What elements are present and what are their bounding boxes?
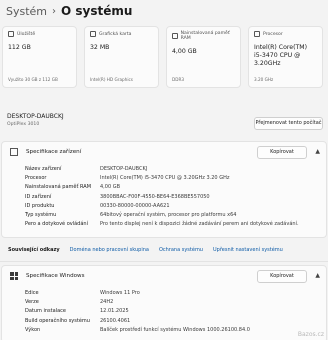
device-header: DESKTOP-DAUBCKJ OptiPlex 3010 Přejmenova… — [1, 109, 327, 137]
spec-row: Typ systému 64bitový operační systém, pro… — [25, 210, 326, 219]
spec-row: Verze 24H2 — [25, 297, 326, 306]
spec-row: Pero a dotykové ovládání Pro tento disple… — [25, 220, 326, 229]
spec-row: Název zařízení DESKTOP-DAUBCKJ — [25, 164, 326, 173]
spec-key: Build operačního systému — [25, 317, 90, 324]
spec-value: 4,00 GB — [100, 184, 121, 191]
spec-value: DESKTOP-DAUBCKJ — [100, 165, 148, 172]
card-value: 112 GB — [8, 44, 31, 51]
device-specs-rows: Název zařízení DESKTOP-DAUBCKJ Procesor In… — [2, 162, 326, 229]
spec-row: Výkon Balíček prostředí funkcí systému Wi… — [25, 325, 326, 334]
cpu-icon — [254, 31, 260, 37]
windows-logo-icon — [10, 272, 18, 280]
spec-key: Výkon — [25, 326, 41, 333]
windows-specs-rows: Edice Windows 11 Pro Verze 24H2 Datum inst… — [2, 286, 326, 334]
device-specs-panel: Specifikace zařízení Kopírovat ▲ Název z… — [1, 141, 327, 238]
breadcrumb-parent[interactable]: Systém — [6, 5, 47, 18]
card-subtext: Využito 30 GB z 112 GB — [8, 77, 58, 82]
spec-value: 24H2 — [100, 298, 114, 305]
spec-row: Edice Windows 11 Pro — [25, 288, 326, 297]
card-value-line: 3.20GHz — [254, 60, 281, 67]
card-subtext: Intel(R) HD Graphics — [90, 77, 133, 82]
card-label: Úložiště — [17, 31, 36, 37]
spec-value: Windows 11 Pro — [100, 289, 140, 296]
spec-key: Datum instalace — [25, 308, 66, 315]
windows-specs-header[interactable]: Specifikace Windows Kopírovat ▲ — [2, 266, 326, 286]
card-value-line: Intel(R) Core(TM) — [254, 44, 308, 51]
spec-key: Pero a dotykové ovládání — [25, 221, 88, 228]
spec-value: 26100.4061 — [100, 317, 131, 324]
copy-windows-specs-button[interactable]: Kopírovat — [257, 270, 307, 283]
ram-icon — [172, 33, 178, 39]
card-subtext: 3.20 GHz — [254, 77, 274, 82]
gpu-card[interactable]: Grafická karta 32 MB Intel(R) HD Graphic… — [84, 26, 159, 88]
related-links: Související odkazy Doména nebo pracovní … — [1, 240, 327, 260]
spec-key: Typ systému — [25, 212, 57, 219]
system-protection-link[interactable]: Ochrana systému — [159, 247, 203, 253]
card-label: Grafická karta — [99, 31, 132, 37]
card-label: Nainstalovaná paměť RAM — [180, 31, 230, 41]
spec-row: Procesor Intel(R) Core(TM) i5-3470 CPU @ … — [25, 173, 326, 182]
spec-key: Procesor — [25, 174, 47, 181]
breadcrumb: Systém › O systému — [6, 4, 132, 18]
related-links-label: Související odkazy — [8, 247, 60, 253]
panel-title: Specifikace zařízení — [26, 149, 82, 155]
gpu-icon — [90, 31, 96, 37]
spec-key: Název zařízení — [25, 165, 62, 172]
card-value-line: i5-3470 CPU @ — [254, 52, 301, 59]
rename-pc-button[interactable]: Přejmenovat tento počítač — [254, 117, 323, 130]
chevron-up-icon[interactable]: ▲ — [315, 148, 320, 155]
card-value: 32 MB — [90, 44, 110, 51]
spec-row: Nainstalovaná paměť RAM 4,00 GB — [25, 183, 326, 192]
watermark: Bazos.cz — [297, 331, 324, 338]
domain-workgroup-link[interactable]: Doména nebo pracovní skupina — [70, 247, 149, 253]
monitor-icon — [10, 148, 18, 156]
storage-card[interactable]: Úložiště 112 GB Využito 30 GB z 112 GB — [2, 26, 77, 88]
device-specs-header[interactable]: Specifikace zařízení Kopírovat ▲ — [2, 142, 326, 162]
spec-row: Build operačního systému 26100.4061 — [25, 316, 326, 325]
spec-value: 12.01.2025 — [100, 308, 129, 315]
storage-icon — [8, 31, 14, 37]
spec-value: Pro tento displej není k dispozici žádné… — [100, 221, 299, 228]
spec-value: 3800BBAC-F00F-4550-BE64-E368BE557050 — [100, 193, 210, 200]
card-label: Procesor — [263, 31, 283, 37]
spec-row: ID zařízení 3800BBAC-F00F-4550-BE64-E368B… — [25, 192, 326, 201]
spec-value: 00330-80000-00000-AA621 — [100, 202, 170, 209]
windows-specs-panel: Specifikace Windows Kopírovat ▲ Edice Win… — [1, 265, 327, 340]
spec-row: ID produktu 00330-80000-00000-AA621 — [25, 201, 326, 210]
spec-row: Datum instalace 12.01.2025 — [25, 307, 326, 316]
cpu-card[interactable]: Procesor Intel(R) Core(TM) i5-3470 CPU @… — [248, 26, 323, 88]
panel-title: Specifikace Windows — [26, 273, 85, 279]
advanced-system-settings-link[interactable]: Upřesnit nastavení systému — [213, 247, 283, 253]
spec-key: Edice — [25, 289, 39, 296]
chevron-up-icon[interactable]: ▲ — [315, 272, 320, 279]
divider — [0, 261, 328, 262]
card-subtext: DDR3 — [172, 77, 185, 82]
page-title: O systému — [61, 4, 133, 18]
spec-key: Verze — [25, 298, 39, 305]
card-value: 4,00 GB — [172, 48, 197, 55]
spec-key: ID produktu — [25, 202, 55, 209]
spec-value: 64bitový operační systém, procesor pro p… — [100, 212, 237, 219]
spec-key: ID zařízení — [25, 193, 52, 200]
spec-value: Balíček prostředí funkcí systému Windows… — [100, 326, 250, 333]
card-value: Intel(R) Core(TM) i5-3470 CPU @ 3.20GHz — [254, 44, 317, 68]
spec-key: Nainstalovaná paměť RAM — [25, 184, 92, 191]
copy-device-specs-button[interactable]: Kopírovat — [257, 146, 307, 159]
breadcrumb-separator: › — [52, 5, 57, 17]
ram-card[interactable]: Nainstalovaná paměť RAM 4,00 GB DDR3 — [166, 26, 241, 88]
spec-value: Intel(R) Core(TM) i5-3470 CPU @ 3.20GHz … — [100, 174, 230, 181]
